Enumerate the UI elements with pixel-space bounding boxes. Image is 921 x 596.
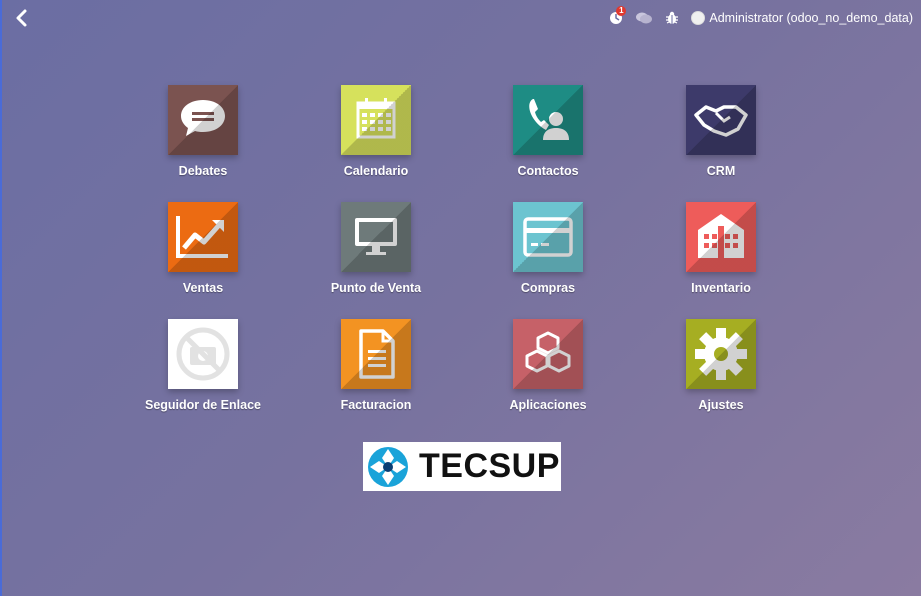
app-label: Aplicaciones (509, 398, 587, 412)
user-name: Administrator (odoo_no_demo_data) (709, 11, 913, 25)
app-crm[interactable]: CRM (631, 85, 811, 178)
app-label: Ajustes (698, 398, 744, 412)
app-label: Contactos (517, 164, 579, 178)
app-label: Compras (520, 281, 576, 295)
app-tile[interactable] (686, 319, 756, 389)
app-tile[interactable] (168, 85, 238, 155)
company-logo: TECSUP (363, 442, 561, 491)
back-arrow-icon[interactable] (12, 8, 32, 28)
bug-icon[interactable] (663, 9, 681, 27)
app-seguidor-de-enlace[interactable]: Seguidor de Enlace (113, 319, 293, 412)
activity-clock-icon[interactable]: 1 (607, 6, 627, 27)
app-ventas[interactable]: Ventas (113, 202, 293, 295)
app-ajustes[interactable]: Ajustes (631, 319, 811, 412)
app-label: Debates (178, 164, 228, 178)
app-compras[interactable]: Compras (458, 202, 638, 295)
app-tile[interactable] (513, 202, 583, 272)
avatar (691, 11, 706, 25)
app-facturacion[interactable]: Facturacion (286, 319, 466, 412)
app-label: Punto de Venta (330, 281, 422, 295)
app-tile[interactable] (513, 85, 583, 155)
chat-bubbles-icon[interactable] (635, 9, 653, 27)
app-aplicaciones[interactable]: Aplicaciones (458, 319, 638, 412)
logo-emblem-icon (368, 446, 408, 487)
app-label: Calendario (343, 164, 409, 178)
no-camera-icon (176, 327, 230, 381)
user-menu[interactable]: Administrator (odoo_no_demo_data) (691, 11, 913, 25)
app-tile[interactable] (686, 202, 756, 272)
app-contactos[interactable]: Contactos (458, 85, 638, 178)
app-tile[interactable] (168, 202, 238, 272)
app-label: Seguidor de Enlace (144, 398, 261, 412)
app-tile[interactable] (341, 319, 411, 389)
activity-count-badge: 1 (616, 6, 627, 16)
app-tile[interactable] (341, 202, 411, 272)
app-punto-de-venta[interactable]: Punto de Venta (286, 202, 466, 295)
app-tile[interactable] (513, 319, 583, 389)
app-label: Ventas (182, 281, 224, 295)
app-calendario[interactable]: Calendario (286, 85, 466, 178)
app-tile[interactable] (686, 85, 756, 155)
app-inventario[interactable]: Inventario (631, 202, 811, 295)
app-label: Inventario (691, 281, 751, 295)
top-bar: 1 Administrator (odoo_no_demo_data) (2, 0, 921, 36)
system-tray: 1 Administrator (odoo_no_demo_data) (607, 6, 913, 27)
app-label: CRM (706, 164, 736, 178)
app-tile[interactable] (168, 319, 238, 389)
logo-text: TECSUP (419, 447, 560, 485)
app-label: Facturacion (340, 398, 412, 412)
app-debates[interactable]: Debates (113, 85, 293, 178)
app-tile[interactable] (341, 85, 411, 155)
